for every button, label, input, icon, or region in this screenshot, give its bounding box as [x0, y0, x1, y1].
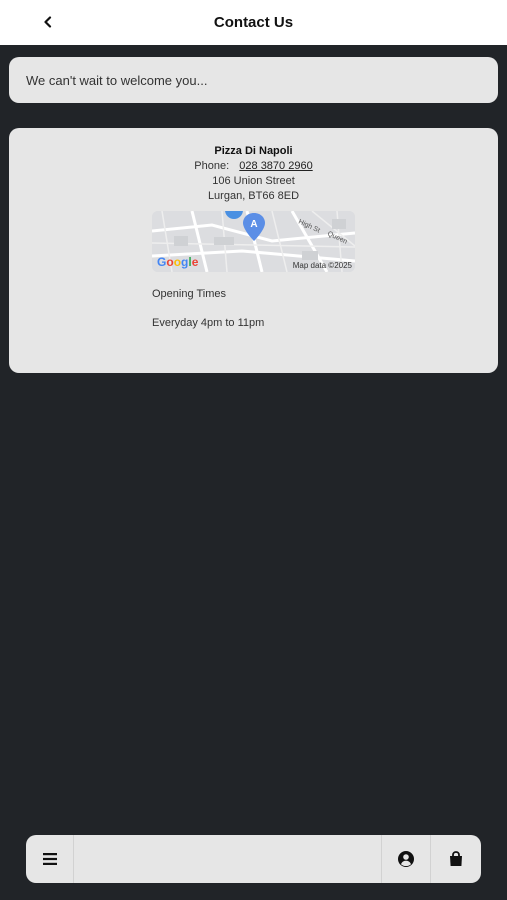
google-letter: o	[173, 255, 182, 269]
google-letter: G	[157, 255, 167, 269]
map-attribution: Map data ©2025	[292, 261, 352, 270]
basket-button[interactable]	[431, 835, 481, 883]
contact-details: Pizza Di Napoli Phone: 028 3870 2960 106…	[9, 144, 498, 204]
bottom-nav-bar	[26, 835, 481, 883]
menu-button[interactable]	[26, 835, 74, 883]
opening-times-value: Everyday 4pm to 11pm	[152, 317, 265, 329]
opening-times-label: Opening Times	[152, 288, 226, 300]
map-pin-label: A	[250, 219, 257, 230]
chevron-left-icon	[44, 16, 52, 28]
address-line-1: 106 Union Street	[212, 175, 295, 187]
back-button[interactable]	[36, 10, 60, 34]
contact-card: Pizza Di Napoli Phone: 028 3870 2960 106…	[9, 128, 498, 373]
app-header: Contact Us	[0, 0, 507, 45]
google-letter: e	[191, 255, 199, 269]
page-title: Contact Us	[213, 14, 294, 31]
google-logo: Google	[157, 255, 198, 269]
location-map[interactable]: High St Queen A Google Map data ©2025	[152, 211, 355, 272]
shopping-bag-icon	[450, 851, 462, 866]
google-letter: o	[166, 255, 174, 269]
account-icon	[398, 851, 414, 867]
phone-label: Phone:	[194, 160, 230, 172]
account-button[interactable]	[381, 835, 431, 883]
welcome-banner: We can't wait to welcome you...	[9, 57, 498, 103]
address-line-2: Lurgan, BT66 8ED	[207, 190, 300, 202]
business-name: Pizza Di Napoli	[214, 145, 293, 157]
welcome-message: We can't wait to welcome you...	[26, 72, 208, 88]
phone-row: Phone: 028 3870 2960	[9, 159, 498, 174]
phone-link[interactable]: 028 3870 2960	[239, 160, 312, 172]
menu-icon	[42, 853, 57, 865]
